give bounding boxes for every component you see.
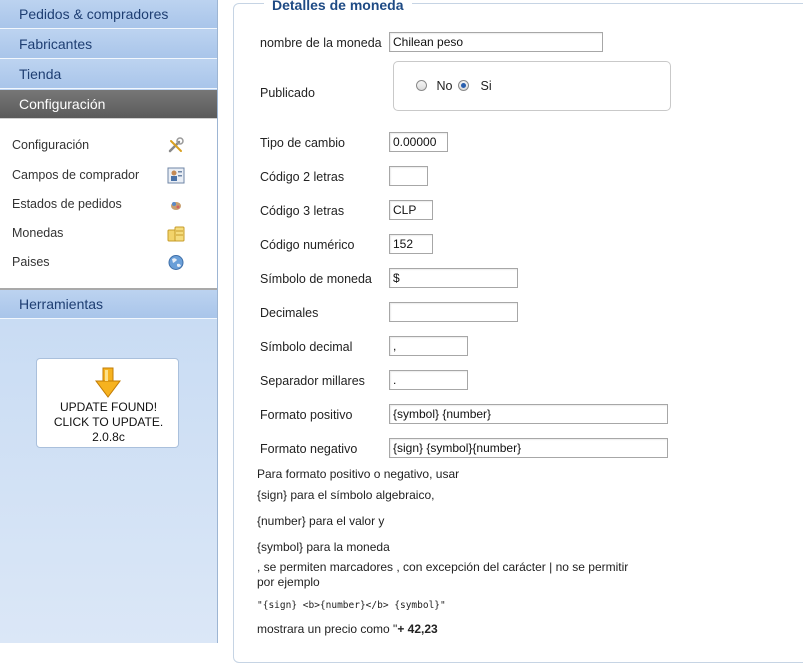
- help-intro: Para formato positivo o negativo, usar: [257, 467, 460, 481]
- submenu-item-paises[interactable]: Paises: [0, 250, 217, 274]
- simbolo-label: Símbolo de moneda: [260, 272, 372, 286]
- nombre-input[interactable]: [389, 32, 603, 52]
- submenu-item-label: Configuración: [12, 138, 90, 152]
- decimales-input[interactable]: [389, 302, 518, 322]
- publicado-no-option[interactable]: No: [416, 79, 452, 93]
- update-found-button[interactable]: UPDATE FOUND! CLICK TO UPDATE. 2.0.8c: [36, 358, 179, 448]
- help-symbol: {symbol} para la moneda: [257, 540, 390, 554]
- simbolo-decimal-input[interactable]: [389, 336, 468, 356]
- submenu-item-label: Campos de comprador: [12, 168, 140, 182]
- nav-configuracion[interactable]: Configuración: [0, 90, 217, 119]
- codigo-numerico-input[interactable]: [389, 234, 433, 254]
- help-result-value: + 42,23: [397, 622, 438, 636]
- submenu-item-label: Estados de pedidos: [12, 197, 122, 211]
- publicado-label: Publicado: [260, 86, 315, 100]
- codigo3-label: Código 3 letras: [260, 204, 345, 218]
- nav-pedidos-compradores[interactable]: Pedidos & compradores: [0, 0, 217, 29]
- codigo2-label: Código 2 letras: [260, 170, 345, 184]
- formato-negativo-input[interactable]: [389, 438, 668, 458]
- separador-input[interactable]: [389, 370, 468, 390]
- publicado-si-label: Si: [480, 79, 492, 93]
- formato-positivo-label: Formato positivo: [260, 408, 353, 422]
- update-message-line1: UPDATE FOUND!: [59, 400, 158, 414]
- help-note-line1: , se permiten marcadores , con excepción…: [257, 560, 629, 574]
- separador-label: Separador millares: [260, 374, 365, 388]
- tipo-cambio-label: Tipo de cambio: [260, 136, 345, 150]
- publicado-no-label: No: [436, 79, 453, 93]
- publicado-si-radio[interactable]: [458, 80, 469, 91]
- configuracion-submenu: Configuración Campos de comprador Estado…: [0, 119, 217, 290]
- publicado-si-option[interactable]: Si: [458, 79, 492, 93]
- codigo3-input[interactable]: [389, 200, 433, 220]
- update-message-line2: CLICK TO UPDATE.: [53, 415, 164, 429]
- coins-icon: [167, 225, 185, 242]
- download-arrow-icon: [93, 367, 123, 402]
- submenu-item-monedas[interactable]: Monedas: [0, 221, 217, 245]
- submenu-item-campos-comprador[interactable]: Campos de comprador: [0, 163, 217, 187]
- submenu-item-label: Monedas: [12, 226, 64, 240]
- order-status-icon: [167, 196, 185, 213]
- submenu-item-configuracion[interactable]: Configuración: [0, 133, 217, 157]
- simbolo-input[interactable]: [389, 268, 518, 288]
- nav-fabricantes[interactable]: Fabricantes: [0, 30, 217, 59]
- fieldset-legend: Detalles de moneda: [264, 0, 412, 13]
- sidebar: Pedidos & compradores Fabricantes Tienda…: [0, 0, 218, 643]
- publicado-no-radio[interactable]: [416, 80, 427, 91]
- help-result-prefix: mostrara un precio como ": [257, 622, 398, 636]
- nav-tienda[interactable]: Tienda: [0, 60, 217, 89]
- help-note-line2: por ejemplo: [257, 575, 320, 589]
- codigo2-input[interactable]: [389, 166, 428, 186]
- submenu-item-estados-pedidos[interactable]: Estados de pedidos: [0, 192, 217, 216]
- nombre-label: nombre de la moneda: [260, 36, 382, 50]
- publicado-radio-group: No Si: [393, 61, 671, 111]
- nav-herramientas[interactable]: Herramientas: [0, 290, 217, 319]
- user-fields-icon: [167, 167, 185, 184]
- help-sign: {sign} para el símbolo algebraico,: [257, 488, 435, 502]
- help-example: "{sign} <b>{number}</b> {symbol}": [257, 600, 446, 611]
- main-content: Detalles de moneda nombre de la moneda P…: [218, 0, 803, 663]
- update-version: 2.0.8c: [92, 430, 125, 444]
- submenu-item-label: Paises: [12, 255, 50, 269]
- tools-icon: [167, 137, 185, 154]
- formato-positivo-input[interactable]: [389, 404, 668, 424]
- codigo-numerico-label: Código numérico: [260, 238, 355, 252]
- decimales-label: Decimales: [260, 306, 319, 320]
- globe-icon: [167, 254, 185, 271]
- simbolo-decimal-label: Símbolo decimal: [260, 340, 353, 354]
- tipo-cambio-input[interactable]: [389, 132, 448, 152]
- formato-negativo-label: Formato negativo: [260, 442, 358, 456]
- help-number: {number} para el valor y: [257, 514, 385, 528]
- help-result: mostrara un precio como "+ 42,23: [257, 622, 438, 636]
